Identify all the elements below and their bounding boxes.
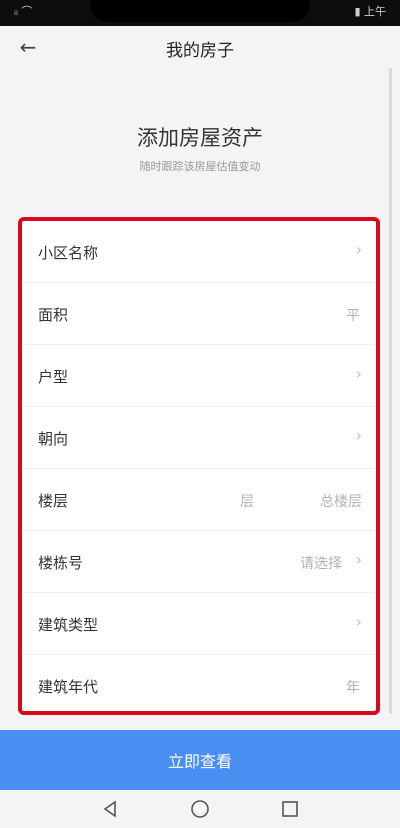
view-now-button[interactable]: 立即查看 <box>0 730 400 790</box>
row-community-name[interactable]: 小区名称 › <box>22 221 376 283</box>
area-unit: 平 <box>346 308 360 324</box>
chevron-right-icon: › <box>355 364 362 383</box>
row-label: 楼层 <box>38 492 69 510</box>
system-nav-bar <box>0 790 400 828</box>
row-label: 建筑类型 <box>38 616 99 634</box>
row-label: 小区名称 <box>38 244 99 262</box>
chevron-right-icon: › <box>355 612 362 631</box>
content-area: 添加房屋资产 随时跟踪该房屋估值变动 小区名称 › 面积 平 户型 › 朝向 ›… <box>0 68 400 730</box>
chevron-right-icon: › <box>355 426 362 445</box>
home-circle-icon[interactable] <box>185 794 215 824</box>
back-triangle-icon[interactable] <box>95 794 125 824</box>
row-label: 面积 <box>38 306 69 324</box>
total-floors-field[interactable]: 总楼层 <box>320 491 362 511</box>
row-layout[interactable]: 户型 › <box>22 345 376 407</box>
chevron-right-icon: › <box>355 240 362 259</box>
page-subtitle: 随时跟踪该房屋估值变动 <box>139 160 261 173</box>
recents-square-icon[interactable] <box>275 794 305 824</box>
page-title: 添加房屋资产 <box>137 126 263 150</box>
row-orientation[interactable]: 朝向 › <box>22 407 376 469</box>
row-label: 户型 <box>38 368 69 386</box>
row-building-year[interactable]: 建筑年代 年 <box>22 655 376 717</box>
status-bar: ᵢᵢ ⌒ ▮ 上午 <box>0 0 400 26</box>
building-number-value: 请选择 <box>300 556 342 572</box>
status-right: ▮ 上午 <box>354 5 386 18</box>
row-label: 朝向 <box>38 430 69 448</box>
property-form: 小区名称 › 面积 平 户型 › 朝向 › 楼层 层 总楼层 楼栋号 请选择 ›… <box>18 217 380 715</box>
row-area[interactable]: 面积 平 <box>22 283 376 345</box>
year-unit: 年 <box>346 680 360 696</box>
row-building-number[interactable]: 楼栋号 请选择 › <box>22 531 376 593</box>
row-label: 建筑年代 <box>38 678 99 696</box>
row-building-type[interactable]: 建筑类型 › <box>22 593 376 655</box>
row-floor[interactable]: 楼层 层 总楼层 <box>22 469 376 531</box>
nav-title: 我的房子 <box>166 41 234 61</box>
scrollbar[interactable] <box>389 68 392 714</box>
chevron-right-icon: › <box>355 550 362 569</box>
nav-bar: ← 我的房子 <box>0 26 400 68</box>
camera-notch <box>90 0 310 22</box>
status-left: ᵢᵢ ⌒ <box>14 5 33 18</box>
floor-field[interactable]: 层 <box>240 491 254 511</box>
row-label: 楼栋号 <box>38 554 84 572</box>
